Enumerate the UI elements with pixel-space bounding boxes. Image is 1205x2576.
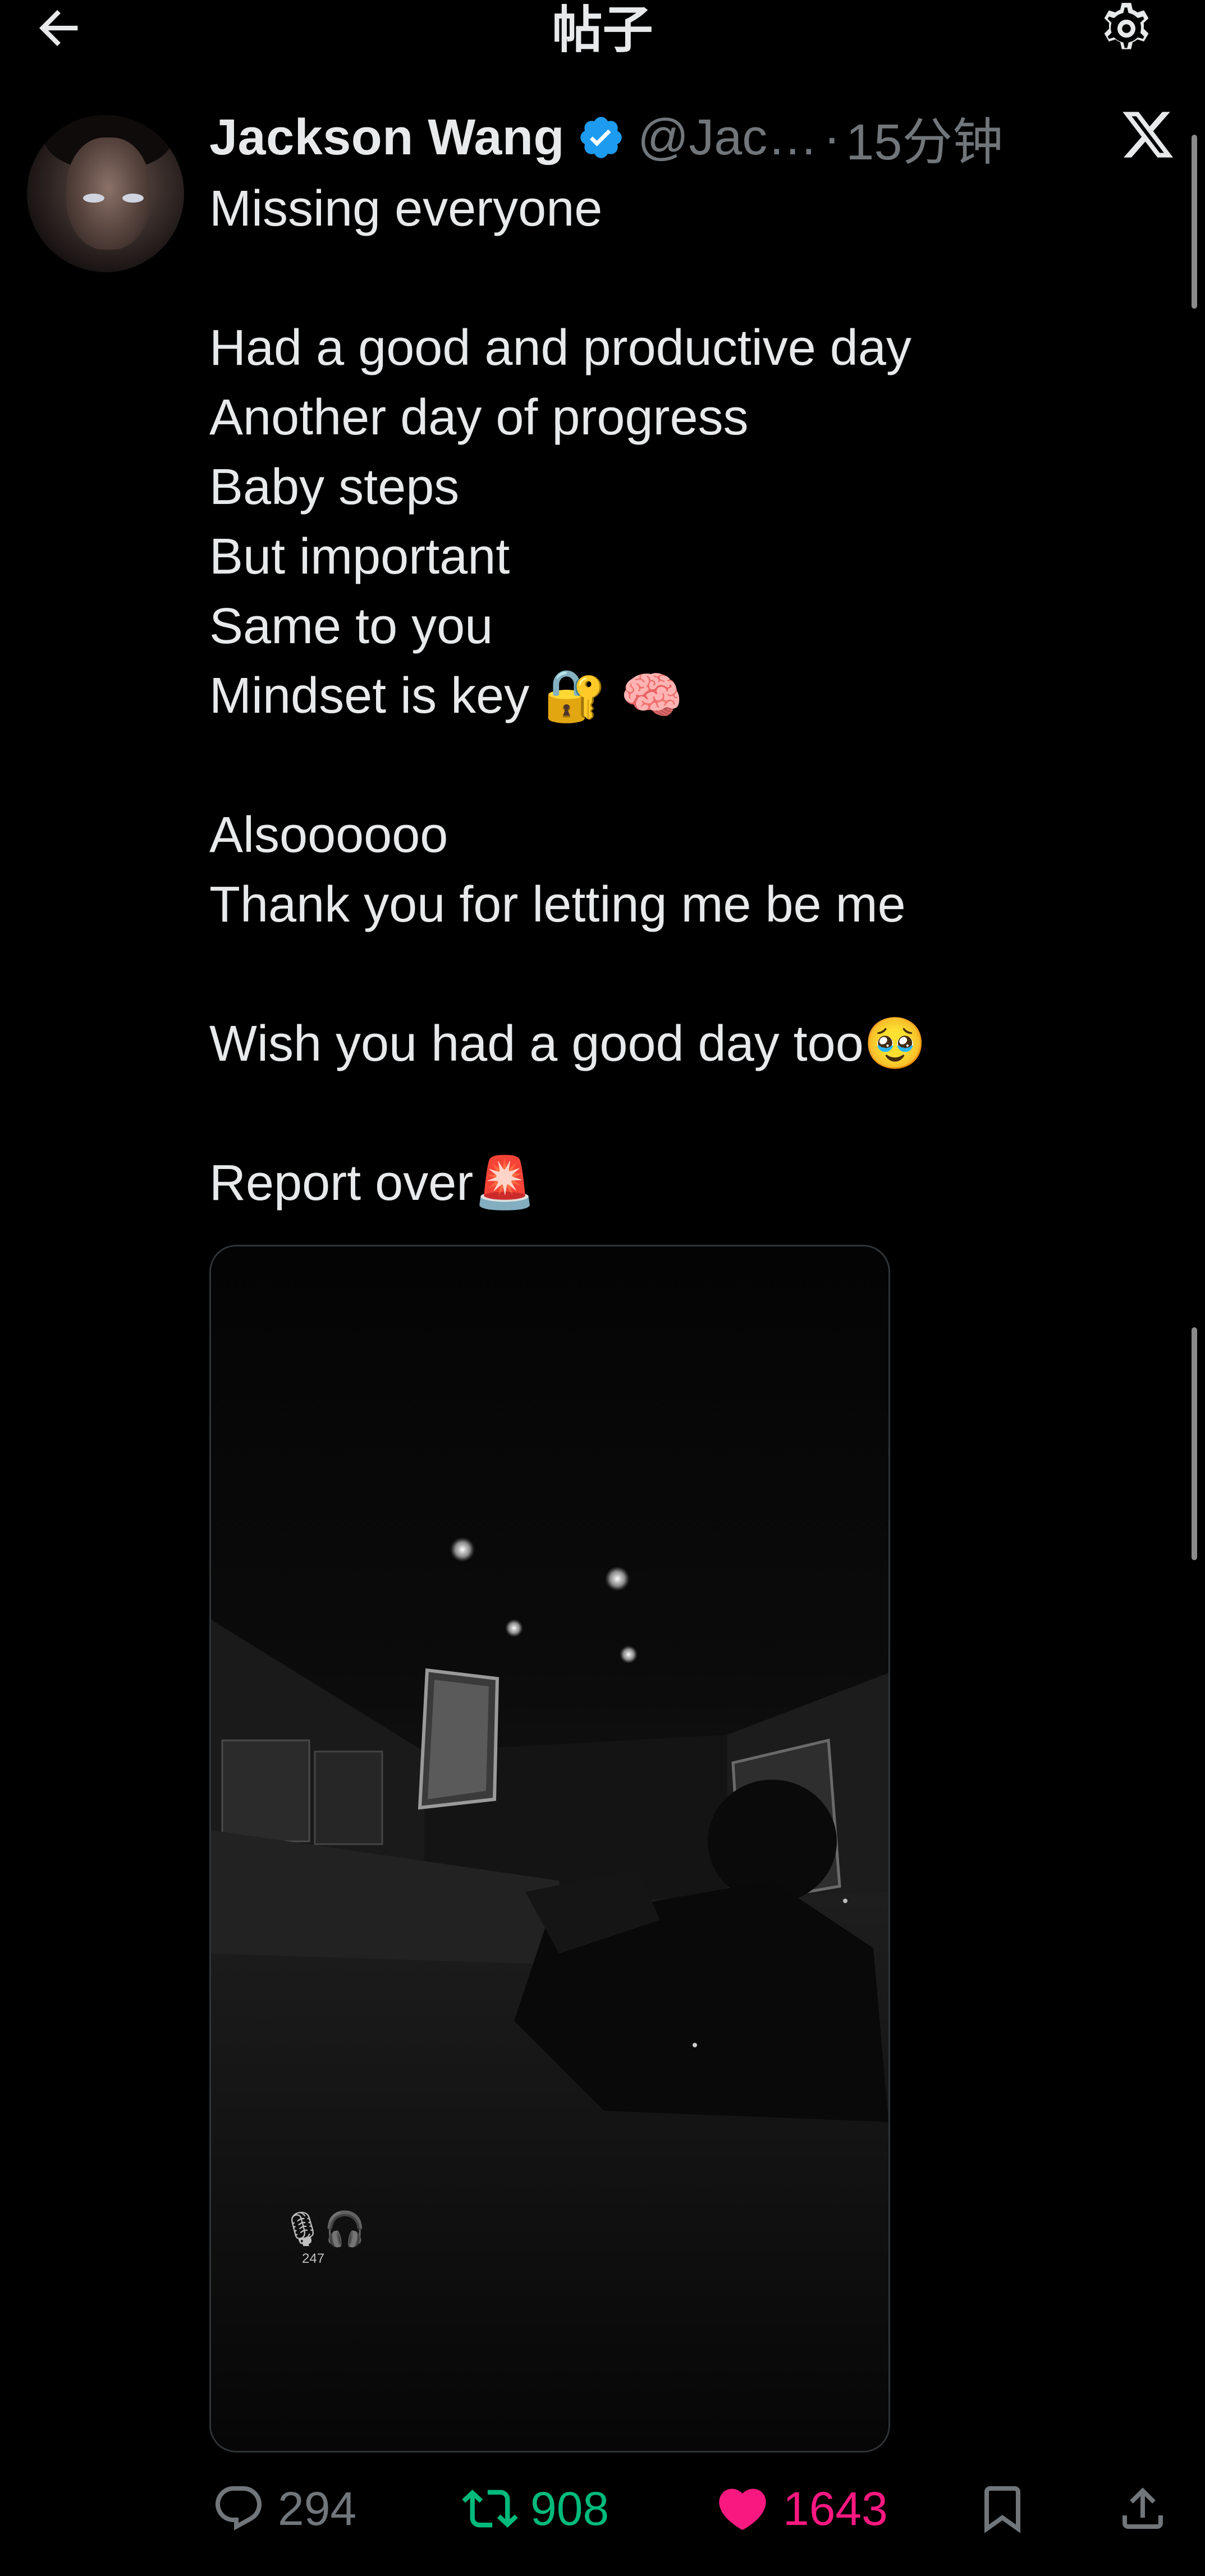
cabinet	[221, 1739, 310, 1842]
ceiling-light	[450, 1537, 475, 1562]
verified-badge-icon	[577, 113, 625, 162]
cabinet	[314, 1750, 383, 1845]
doorway-glow	[428, 1680, 489, 1799]
media-caption-number: 247	[302, 2251, 325, 2266]
post-line: Baby steps	[209, 459, 460, 515]
reply-button[interactable]: 294	[212, 2475, 356, 2542]
ceiling-light	[505, 1619, 523, 1637]
reply-count: 294	[278, 2482, 357, 2535]
post-text: Missing everyone Had a good and producti…	[209, 174, 1163, 1218]
like-button[interactable]: 1643	[714, 2475, 888, 2542]
post-media-image[interactable]: 🎙🎧 247	[209, 1245, 890, 2453]
post-line: Wish you had a good day too🥹	[209, 1016, 927, 1072]
repost-button[interactable]: 908	[462, 2475, 609, 2542]
post-line: Thank you for letting me be me	[209, 877, 906, 933]
avatar[interactable]	[27, 115, 184, 272]
scrollbar-top[interactable]	[1192, 135, 1197, 309]
post-line: Missing everyone	[209, 181, 603, 237]
like-count: 1643	[783, 2482, 888, 2535]
avatar-eye-right	[122, 194, 144, 203]
highlight	[693, 2043, 697, 2047]
avatar-eye-left	[83, 194, 104, 203]
post-line: Another day of progress	[209, 389, 749, 446]
post-line: But important	[209, 529, 510, 585]
repost-count: 908	[530, 2482, 610, 2535]
top-bar: 帖子	[0, 0, 1205, 62]
x-logo-icon	[1120, 107, 1176, 163]
share-icon	[1116, 2482, 1170, 2536]
media-scene	[211, 1537, 888, 2451]
speech-bubble-icon	[212, 2482, 265, 2536]
post-line-blank	[209, 1079, 1163, 1148]
ceiling-light	[605, 1566, 630, 1591]
share-button[interactable]	[1116, 2475, 1182, 2542]
author-handle[interactable]: @Jac…	[638, 109, 818, 167]
post-line: Mindset is key 🔐 🧠	[209, 668, 684, 724]
page-title: 帖子	[552, 2, 653, 58]
post-line: Report over🚨	[209, 1155, 537, 1211]
post-header: Jackson Wang @Jac… · 15分钟	[209, 104, 1003, 171]
post-line: Had a good and productive day	[209, 320, 911, 376]
post-line-blank	[209, 939, 1163, 1009]
meta-separator: ·	[823, 109, 841, 166]
post-timestamp[interactable]: 15分钟	[846, 101, 1003, 174]
post-line-blank	[209, 731, 1163, 800]
repost-icon	[462, 2481, 518, 2537]
settings-button[interactable]	[1093, 0, 1160, 59]
heart-icon	[714, 2481, 771, 2537]
post-line-blank	[209, 244, 1163, 313]
scrollbar-thumb[interactable]	[1192, 1327, 1197, 1560]
author-name[interactable]: Jackson Wang	[209, 109, 565, 167]
post-line: Alsoooooo	[209, 807, 448, 863]
highlight	[843, 1899, 847, 1903]
gear-icon	[1104, 3, 1149, 49]
post-actions: 294 908 1643	[209, 2475, 1175, 2542]
ceiling-light	[620, 1645, 638, 1663]
media-caption-icons: 🎙🎧	[281, 2210, 366, 2249]
bookmark-button[interactable]	[975, 2475, 1042, 2542]
bookmark-icon	[975, 2482, 1029, 2536]
post-line: Same to you	[209, 598, 493, 654]
